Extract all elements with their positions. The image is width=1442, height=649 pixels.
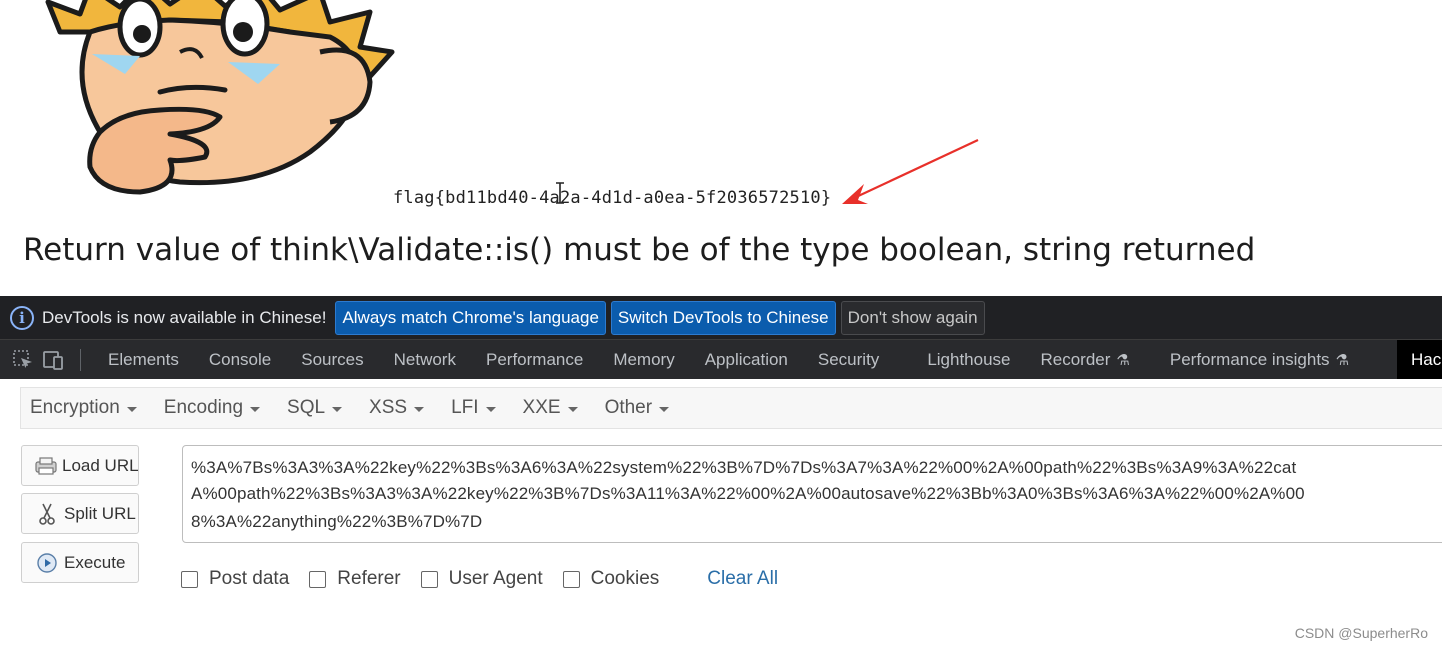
tab-elements[interactable]: Elements xyxy=(93,340,194,379)
caret-down-icon xyxy=(126,406,137,412)
tab-network[interactable]: Network xyxy=(379,340,471,379)
referer-label: Referer xyxy=(337,568,401,589)
clear-all-link[interactable]: Clear All xyxy=(707,568,778,590)
user-agent-option[interactable]: User Agent xyxy=(420,568,543,590)
tab-performance-insights[interactable]: Performance insights ⚗ xyxy=(1155,340,1364,379)
caret-down-icon xyxy=(414,406,425,412)
split-url-label: Split URL xyxy=(64,503,136,523)
cookies-checkbox[interactable] xyxy=(562,570,580,588)
menu-encryption[interactable]: Encryption xyxy=(30,397,137,419)
error-message: Return value of think\Validate::is() mus… xyxy=(23,232,1256,268)
menu-encryption-label: Encryption xyxy=(30,397,120,418)
experiment-flask-icon: ⚗ xyxy=(1335,351,1350,369)
menu-sql-label: SQL xyxy=(287,397,326,418)
caret-down-icon xyxy=(567,406,578,412)
tab-console[interactable]: Console xyxy=(194,340,286,379)
play-icon xyxy=(34,551,60,575)
cookies-label: Cookies xyxy=(590,568,660,589)
menu-xxe[interactable]: XXE xyxy=(523,397,578,419)
thinking-cartoon-image xyxy=(45,0,395,195)
text-cursor-icon xyxy=(556,182,564,204)
toolbar-divider xyxy=(80,348,81,371)
post-data-label: Post data xyxy=(209,568,290,589)
flag-text: flag{bd11bd40-4a2a-4d1d-a0ea-5f203657251… xyxy=(393,188,832,208)
caret-down-icon xyxy=(332,406,343,412)
menu-other-label: Other xyxy=(604,397,653,418)
scissors-icon xyxy=(34,502,60,526)
user-agent-checkbox[interactable] xyxy=(420,570,438,588)
red-arrow-annotation xyxy=(842,139,979,204)
inspect-element-icon[interactable] xyxy=(10,347,36,373)
tab-lighthouse[interactable]: Lighthouse xyxy=(912,340,1025,379)
experiment-flask-icon: ⚗ xyxy=(1116,351,1130,369)
switch-devtools-chinese-button[interactable]: Switch DevTools to Chinese xyxy=(610,300,836,335)
devtools-language-infobar: i DevTools is now available in Chinese! … xyxy=(0,296,1442,340)
menu-sql[interactable]: SQL xyxy=(287,397,343,419)
post-data-option[interactable]: Post data xyxy=(181,568,289,590)
url-line-3: 8%3A%22anything%22%3B%7D%7D xyxy=(191,512,483,531)
menu-xxe-label: XXE xyxy=(522,397,561,418)
request-options: Post data Referer User Agent Cookies Cle… xyxy=(181,568,778,590)
tab-sources[interactable]: Sources xyxy=(286,340,378,379)
tab-application[interactable]: Application xyxy=(690,340,803,379)
info-icon: i xyxy=(10,305,34,330)
tab-performance[interactable]: Performance xyxy=(471,340,598,379)
device-toolbar-icon[interactable] xyxy=(40,347,66,373)
referer-option[interactable]: Referer xyxy=(309,568,401,590)
tab-memory[interactable]: Memory xyxy=(598,340,689,379)
menu-xss[interactable]: XSS xyxy=(369,397,425,419)
tab-recorder[interactable]: Recorder ⚗ xyxy=(1026,340,1145,379)
infobar-message: DevTools is now available in Chinese! xyxy=(42,307,327,327)
url-line-1: %3A%7Bs%3A3%3A%22key%22%3Bs%3A6%3A%22sys… xyxy=(191,458,1297,477)
load-url-button[interactable]: Load URL xyxy=(21,445,139,486)
cookies-option[interactable]: Cookies xyxy=(562,568,660,590)
caret-down-icon xyxy=(485,406,496,412)
post-data-checkbox[interactable] xyxy=(181,570,198,588)
tab-recorder-label: Recorder xyxy=(1040,349,1111,369)
menu-lfi[interactable]: LFI xyxy=(451,397,496,419)
hackbar-menu-bar: Encryption Encoding SQL XSS LFI XXE Othe… xyxy=(20,387,1442,429)
menu-other[interactable]: Other xyxy=(605,397,670,419)
dont-show-again-button[interactable]: Don't show again xyxy=(840,300,985,335)
hackbar-panel: Encryption Encoding SQL XSS LFI XXE Othe… xyxy=(0,379,1442,649)
watermark: CSDN @SuperherRo xyxy=(1294,625,1428,641)
caret-down-icon xyxy=(250,406,261,412)
load-url-label: Load URL xyxy=(62,455,139,475)
caret-down-icon xyxy=(659,406,670,412)
tab-hackbar[interactable]: Hac xyxy=(1397,340,1442,379)
tab-security[interactable]: Security xyxy=(803,340,894,379)
load-url-icon xyxy=(34,454,58,478)
menu-xss-label: XSS xyxy=(369,397,408,418)
url-line-2: A%00path%22%3Bs%3A3%3A%22key%22%3B%7Ds%3… xyxy=(191,484,1305,503)
always-match-language-button[interactable]: Always match Chrome's language xyxy=(335,300,606,335)
devtools-tab-bar: Elements Console Sources Network Perform… xyxy=(0,340,1442,379)
split-url-button[interactable]: Split URL xyxy=(21,493,139,534)
tab-performance-insights-label: Performance insights xyxy=(1169,349,1330,369)
menu-encoding-label: Encoding xyxy=(163,397,244,418)
url-textarea[interactable]: %3A%7Bs%3A3%3A%22key%22%3Bs%3A6%3A%22sys… xyxy=(182,445,1442,543)
execute-label: Execute xyxy=(64,552,126,572)
execute-button[interactable]: Execute xyxy=(21,542,139,583)
menu-lfi-label: LFI xyxy=(451,397,479,418)
user-agent-label: User Agent xyxy=(448,568,543,589)
web-page: flag{bd11bd40-4a2a-4d1d-a0ea-5f203657251… xyxy=(0,0,1442,296)
referer-checkbox[interactable] xyxy=(309,570,327,588)
menu-encoding[interactable]: Encoding xyxy=(163,397,261,419)
